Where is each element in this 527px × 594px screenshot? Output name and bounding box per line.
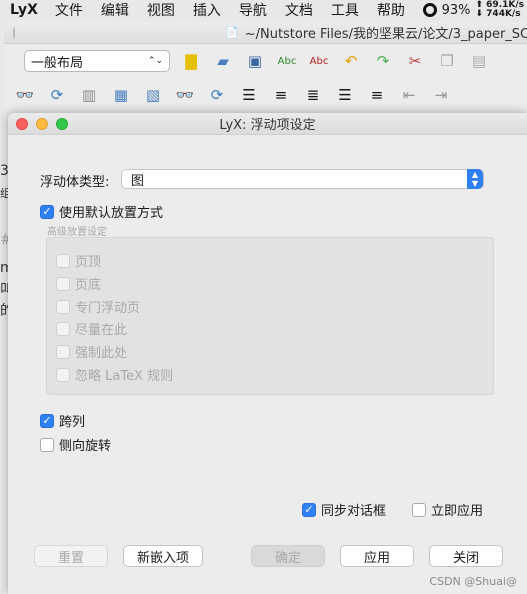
depth-decrease-icon[interactable]: ⇤ (398, 84, 420, 106)
view-icon[interactable]: 👓 (14, 84, 36, 106)
placement-force-here-label: 强制此处 (75, 346, 128, 361)
network-speed: ⬆ 69.1K/s ⬇ 744K/s (475, 0, 524, 19)
minimize-window-icon[interactable] (36, 118, 48, 130)
placement-here-label: 尽量在此 (75, 323, 128, 338)
rotate-sideways-label: 侧向旋转 (59, 439, 112, 454)
main-titlebar: 📄 ~/Nutstore Files/我的坚果云/论文/3_paper_SCI_ (4, 22, 527, 44)
restore-button[interactable]: 重置 (34, 545, 108, 567)
checkmark-icon: ✓ (40, 204, 54, 219)
dialog-title: LyX: 浮动项设定 (219, 118, 316, 133)
app-menu[interactable]: LyX (0, 2, 46, 18)
document-icon: 📄 (225, 26, 239, 39)
new-document-icon[interactable]: ▇ (180, 50, 202, 72)
select-arrows-icon: ⌃⌄ (147, 56, 163, 66)
window-control-icon[interactable] (13, 26, 15, 39)
status-area: 93% ⬆ 69.1K/s ⬇ 744K/s (422, 0, 527, 20)
depth-increase-icon[interactable]: ⇥ (430, 84, 452, 106)
ok-button[interactable]: 确定 (251, 545, 325, 567)
view-master-icon[interactable]: ▥ (78, 84, 100, 106)
apply-button[interactable]: 应用 (340, 545, 414, 567)
export-icon[interactable]: ▧ (142, 84, 164, 106)
checkmark-icon: ✓ (302, 502, 316, 517)
toolbar-second: 👓 ⟳ ▥ ▦ ▧ 👓 ⟳ ☰ ≡ ≣ ☰ ≡ ⇤ ⇥ (4, 80, 527, 110)
list-icon[interactable]: ≡ (366, 84, 388, 106)
close-window-icon[interactable] (16, 118, 28, 130)
enumerate-icon[interactable]: ≡ (270, 84, 292, 106)
span-columns-label: 跨列 (59, 415, 86, 430)
itemize-icon[interactable]: ≣ (302, 84, 324, 106)
update-other-icon[interactable]: ⟳ (206, 84, 228, 106)
zoom-window-icon[interactable] (56, 118, 68, 130)
menu-view[interactable]: 视图 (138, 0, 184, 20)
placement-bottom-label: 页底 (75, 278, 102, 293)
update-icon[interactable]: ⟳ (46, 84, 68, 106)
placement-page-label: 专门浮动页 (75, 301, 141, 316)
float-type-label: 浮动体类型: (40, 175, 110, 190)
ignore-latex-rules-label: 忽略 LaTeX 规则 (75, 369, 174, 384)
menu-document[interactable]: 文档 (276, 0, 322, 20)
placement-here-checkbox[interactable]: 尽量在此 (56, 319, 127, 338)
battery-percent: 93% (441, 2, 471, 18)
window-controls (16, 118, 76, 130)
advanced-placement-title: 高级放置设定 (47, 227, 107, 238)
activity-ring-icon (422, 3, 437, 17)
float-type-select[interactable]: 图 ▲ ▼ (121, 169, 484, 189)
float-type-value: 图 (131, 173, 145, 189)
placement-top-label: 页顶 (75, 255, 102, 270)
checkmark-icon: ✓ (40, 413, 54, 428)
copy-icon[interactable]: ❐ (436, 50, 458, 72)
apply-immediately-label: 立即应用 (431, 504, 484, 519)
select-arrows-icon: ▲ ▼ (467, 169, 483, 189)
span-columns-checkbox[interactable]: ✓ 跨列 (40, 411, 85, 430)
use-default-placement-checkbox[interactable]: ✓ 使用默认放置方式 (40, 202, 163, 221)
placement-page-checkbox[interactable]: 专门浮动页 (56, 297, 140, 316)
ignore-latex-rules-checkbox[interactable]: 忽略 LaTeX 规则 (56, 365, 173, 384)
open-folder-icon[interactable]: ▰ (212, 50, 234, 72)
menu-insert[interactable]: 插入 (184, 0, 230, 20)
placement-force-here-checkbox[interactable]: 强制此处 (56, 342, 127, 361)
view-other-icon[interactable]: 👓 (174, 84, 196, 106)
menu-edit[interactable]: 编辑 (92, 0, 138, 20)
layout-select[interactable]: 一般布局 ⌃⌄ (24, 50, 170, 72)
use-default-placement-label: 使用默认放置方式 (59, 206, 164, 221)
menu-file[interactable]: 文件 (46, 0, 92, 20)
spellcheck-continuous-icon[interactable]: Abc (308, 50, 330, 72)
sync-dialog-checkbox[interactable]: ✓ 同步对话框 (302, 500, 386, 519)
undo-icon[interactable]: ↶ (340, 50, 362, 72)
align-justify-icon[interactable]: ☰ (238, 84, 260, 106)
redo-icon[interactable]: ↷ (372, 50, 394, 72)
dialog-titlebar: LyX: 浮动项设定 (8, 113, 527, 135)
placement-bottom-checkbox[interactable]: 页底 (56, 274, 101, 293)
float-settings-dialog: LyX: 浮动项设定 浮动体类型: 图 ▲ ▼ ✓ 使用默认放置方式 高级放置设定… (8, 113, 527, 594)
menu-tools[interactable]: 工具 (322, 0, 368, 20)
close-button[interactable]: 关闭 (429, 545, 503, 567)
net-down-value: 744K/s (486, 9, 521, 19)
cut-icon[interactable]: ✂ (404, 50, 426, 72)
paste-icon[interactable]: ▤ (468, 50, 490, 72)
main-window-title: ~/Nutstore Files/我的坚果云/论文/3_paper_SCI_ (244, 27, 527, 42)
save-icon[interactable]: ▣ (244, 50, 266, 72)
sync-dialog-label: 同步对话框 (321, 504, 387, 519)
update-master-icon[interactable]: ▦ (110, 84, 132, 106)
watermark: CSDN @Shuai@ (429, 575, 517, 588)
spellcheck-icon[interactable]: Abc (276, 50, 298, 72)
new-inset-button[interactable]: 新嵌入项 (123, 545, 203, 567)
toolbar-top: 一般布局 ⌃⌄ ▇ ▰ ▣ Abc Abc ↶ ↷ ✂ ❐ ▤ (4, 46, 527, 76)
menubar: LyX 文件 编辑 视图 插入 导航 文档 工具 帮助 93% ⬆ 69.1K/… (0, 0, 527, 20)
layout-select-value: 一般布局 (31, 55, 84, 71)
placement-top-checkbox[interactable]: 页顶 (56, 251, 101, 270)
menu-help[interactable]: 帮助 (368, 0, 414, 20)
apply-immediately-checkbox[interactable]: 立即应用 (412, 500, 483, 519)
rotate-sideways-checkbox[interactable]: 侧向旋转 (40, 435, 111, 454)
menu-navigate[interactable]: 导航 (230, 0, 276, 20)
description-icon[interactable]: ☰ (334, 84, 356, 106)
